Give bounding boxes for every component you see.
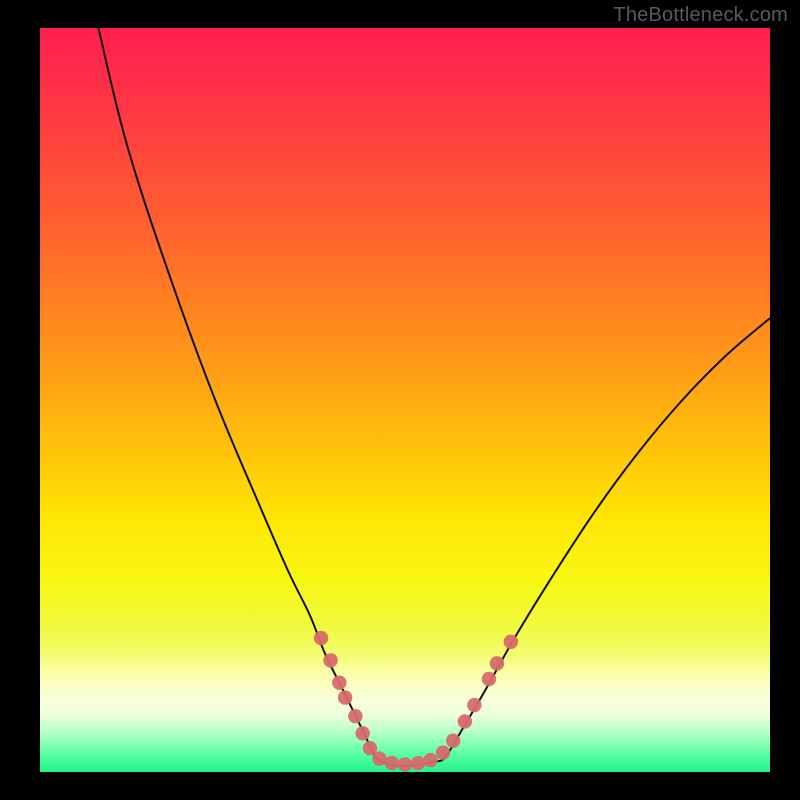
chart-svg: [40, 28, 770, 772]
data-point: [314, 631, 328, 645]
plot-area: [40, 28, 770, 772]
data-point: [348, 709, 362, 723]
data-point: [436, 745, 450, 759]
data-point: [338, 690, 352, 704]
data-point: [504, 635, 518, 649]
data-point: [446, 734, 460, 748]
bottleneck-curve: [98, 28, 770, 766]
data-point: [467, 698, 481, 712]
data-point: [490, 656, 504, 670]
data-point: [372, 751, 386, 765]
data-point: [482, 672, 496, 686]
curve-group: [98, 28, 770, 766]
data-point: [423, 753, 437, 767]
data-point: [323, 653, 337, 667]
data-point: [355, 726, 369, 740]
data-point: [458, 714, 472, 728]
data-point: [385, 756, 399, 770]
chart-frame: TheBottleneck.com: [0, 0, 800, 800]
data-point: [332, 676, 346, 690]
marker-group: [314, 631, 518, 772]
data-point: [398, 757, 412, 771]
data-point: [411, 756, 425, 770]
bottleneck-curve-right-tail: [551, 318, 770, 578]
watermark-text: TheBottleneck.com: [613, 4, 788, 27]
